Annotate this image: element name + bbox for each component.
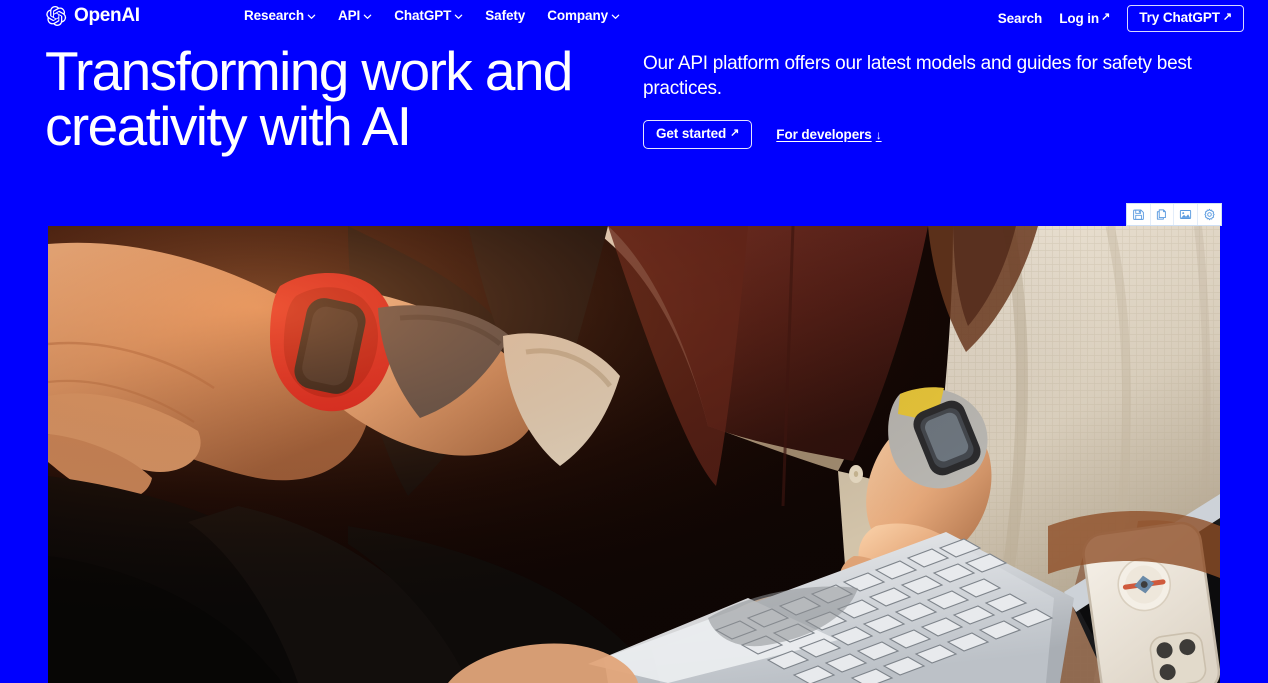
brand-name: OpenAI [74, 5, 140, 26]
nav-item-company-label: Company [547, 8, 609, 23]
settings-button[interactable] [1197, 204, 1221, 225]
settings-gear-icon [1203, 208, 1216, 221]
arrow-up-right-icon: ↗ [1101, 11, 1111, 23]
hero-right-column: Our API platform offers our latest model… [643, 52, 1218, 149]
nav-item-api[interactable]: API [338, 8, 372, 23]
nav-item-research[interactable]: Research [244, 8, 316, 23]
get-started-label: Get started [656, 126, 727, 141]
chevron-down-icon [454, 12, 463, 21]
arrow-up-right-icon: ↗ [1222, 10, 1232, 23]
for-developers-link[interactable]: For developers ↓ [776, 127, 881, 142]
hero-photo: Two people sitting side by side on a cou… [48, 226, 1220, 683]
try-chatgpt-button[interactable]: Try ChatGPT ↗ [1127, 5, 1244, 32]
arrow-down-icon: ↓ [875, 127, 882, 142]
login-link[interactable]: Log in ↗ [1059, 11, 1110, 26]
hero-description: Our API platform offers our latest model… [643, 53, 1192, 99]
secondary-nav-links: Search Log in ↗ Try ChatGPT ↗ [998, 5, 1244, 32]
nav-item-api-label: API [338, 8, 361, 23]
page-root: OpenAI Research API ChatGPT Safety Compa… [0, 0, 1268, 683]
openai-logo-icon [45, 5, 67, 27]
search-label: Search [997, 11, 1043, 26]
try-chatgpt-label: Try ChatGPT [1139, 10, 1220, 25]
openai-logo[interactable]: OpenAI [45, 5, 140, 27]
nav-item-company[interactable]: Company [547, 8, 620, 23]
search-button[interactable]: Search [997, 11, 1043, 26]
top-navigation-bar: OpenAI Research API ChatGPT Safety Compa… [0, 0, 1268, 34]
nav-item-research-label: Research [244, 8, 304, 23]
save-icon [1132, 208, 1145, 221]
save-button[interactable] [1127, 204, 1151, 225]
image-button[interactable] [1174, 204, 1198, 225]
chevron-down-icon [363, 12, 372, 21]
login-label: Log in [1059, 11, 1100, 26]
chevron-down-icon [307, 12, 316, 21]
nav-item-chatgpt-label: ChatGPT [394, 8, 452, 23]
arrow-up-right-icon: ↗ [730, 126, 740, 139]
nav-item-safety-label: Safety [485, 8, 526, 23]
image-toolbar [1126, 203, 1222, 226]
get-started-button[interactable]: Get started ↗ [643, 120, 753, 149]
copy-icon [1155, 208, 1168, 221]
primary-nav-links: Research API ChatGPT Safety Company [244, 8, 620, 23]
chevron-down-icon [611, 12, 620, 21]
copy-button[interactable] [1150, 204, 1174, 225]
image-icon [1179, 208, 1192, 221]
nav-item-chatgpt[interactable]: ChatGPT [394, 8, 463, 23]
nav-item-safety[interactable]: Safety [485, 8, 525, 23]
hero-action-row: Get started ↗ For developers ↓ [643, 120, 1218, 149]
for-developers-label: For developers [776, 127, 872, 142]
page-title: Transforming work and creativity with AI [45, 40, 573, 157]
